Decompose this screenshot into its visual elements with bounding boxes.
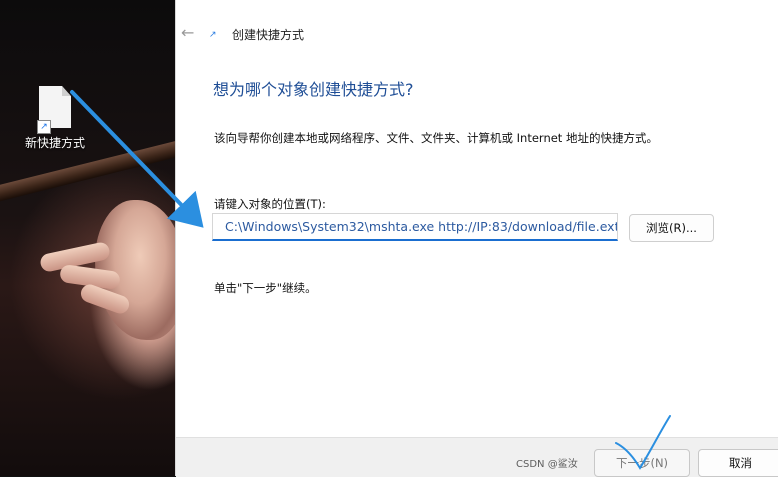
desktop-wallpaper: ↗ 新快捷方式 [0,0,175,476]
wizard-description: 该向导帮你创建本地或网络程序、文件、文件夹、计算机或 Internet 地址的快… [214,131,658,145]
dialog-title: 创建快捷方式 [232,28,305,42]
dialog-footer: 下一步(N) 取消 [176,437,778,477]
cancel-button[interactable]: 取消 [698,449,778,477]
dialog-titlebar: ← ↗ 创建快捷方式 [176,0,778,60]
file-fold-icon [62,86,71,96]
create-shortcut-dialog: ← ↗ 创建快捷方式 想为哪个对象创建快捷方式? 该向导帮你创建本地或网络程序、… [175,0,778,477]
shortcut-wizard-icon: ↗ [209,30,217,40]
back-arrow-icon[interactable]: ← [181,25,197,41]
wizard-heading: 想为哪个对象创建快捷方式? [213,80,414,99]
desktop-shortcut-label: 新快捷方式 [24,136,85,150]
shortcut-arrow-icon: ↗ [37,120,51,134]
browse-button[interactable]: 浏览(R)... [629,214,714,242]
continue-hint: 单击"下一步"继续。 [214,281,317,295]
desktop-shortcut-item[interactable]: ↗ 新快捷方式 [22,86,88,151]
csdn-watermark: CSDN @鲨汝 [516,459,578,470]
location-field-label: 请键入对象的位置(T): [214,197,326,211]
next-button[interactable]: 下一步(N) [594,449,690,477]
location-input[interactable] [212,213,618,241]
